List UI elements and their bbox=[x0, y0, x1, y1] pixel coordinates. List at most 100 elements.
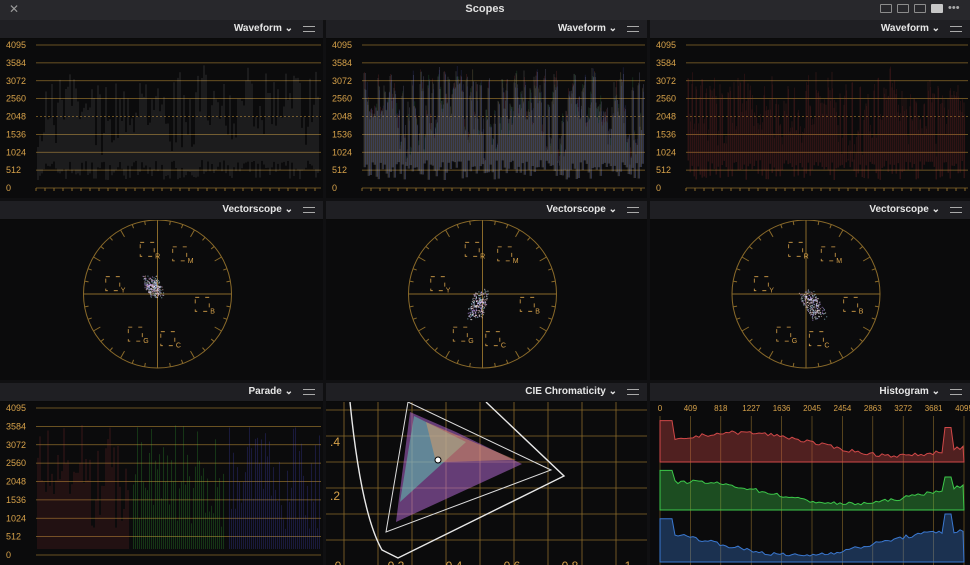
trace-dot bbox=[153, 284, 155, 286]
trace-dot bbox=[484, 288, 486, 291]
waveform-scale-label: 3072 bbox=[332, 76, 352, 86]
trace-dot bbox=[143, 278, 145, 280]
trace-dot bbox=[807, 290, 809, 292]
target-label: R bbox=[480, 253, 485, 260]
trace-dot bbox=[479, 293, 482, 295]
waveform-scale-label: 2048 bbox=[332, 112, 352, 122]
cie-x-label: 0.4 bbox=[446, 559, 463, 565]
trace-dot bbox=[808, 291, 810, 293]
trace-dot bbox=[477, 309, 479, 312]
trace-dot bbox=[811, 316, 813, 318]
trace-dot bbox=[476, 306, 479, 308]
scope-type-dropdown[interactable]: Waveform ⌄ bbox=[234, 23, 293, 34]
scope-display: 4095 3584 3072 2560 2048 1536 1024 512 0 bbox=[650, 39, 970, 198]
scope-settings-icon[interactable] bbox=[623, 22, 643, 36]
more-options-icon[interactable]: ••• bbox=[948, 3, 962, 14]
trace-dot bbox=[156, 296, 159, 299]
vectorscope-tick bbox=[527, 347, 531, 352]
trace-dot bbox=[143, 283, 146, 285]
trace-dot bbox=[148, 278, 150, 281]
trace-dot bbox=[812, 319, 814, 321]
scope-settings-icon[interactable] bbox=[299, 385, 319, 399]
scope-settings-icon[interactable] bbox=[623, 385, 643, 399]
scope-type-dropdown[interactable]: CIE Chromaticity ⌄ bbox=[525, 386, 617, 397]
scope-type-dropdown[interactable]: Parade ⌄ bbox=[248, 386, 293, 397]
scope-settings-icon[interactable] bbox=[623, 203, 643, 217]
target-box bbox=[452, 326, 468, 342]
trace-dot bbox=[484, 292, 486, 294]
dual-view-icon[interactable] bbox=[897, 4, 909, 13]
trace-dot bbox=[802, 294, 804, 296]
vectorscope-tick bbox=[768, 229, 774, 238]
scope-display: 4095 3584 3072 2560 2048 1536 1024 512 0 bbox=[0, 402, 323, 565]
trace-dot bbox=[158, 282, 160, 284]
scope-type-dropdown[interactable]: Vectorscope ⌄ bbox=[869, 204, 940, 215]
vectorscope-tick bbox=[214, 326, 222, 332]
vectorscope-tick bbox=[190, 229, 195, 238]
trace-dot bbox=[157, 295, 159, 297]
trace-dot bbox=[150, 288, 152, 290]
trace-dot bbox=[148, 277, 150, 279]
trace-dot bbox=[473, 309, 475, 311]
window-title: Scopes bbox=[465, 3, 505, 15]
trace-dot bbox=[468, 315, 470, 317]
quad-view-icon[interactable] bbox=[914, 4, 926, 13]
target-label: M bbox=[513, 258, 519, 265]
trace-dot bbox=[482, 310, 485, 312]
trace-dot bbox=[806, 296, 808, 298]
trace-dot bbox=[486, 298, 488, 300]
scope-settings-icon[interactable] bbox=[299, 22, 319, 36]
histogram-tick-label: 1227 bbox=[742, 404, 760, 413]
trace-dot bbox=[818, 308, 820, 311]
target-label: C bbox=[824, 343, 829, 350]
trace-dot bbox=[805, 297, 808, 299]
vectorscope-tick bbox=[494, 362, 496, 367]
scope-display: R M B C G Y bbox=[0, 220, 323, 380]
vectorscope-tick bbox=[87, 317, 92, 320]
trace-dot bbox=[813, 290, 815, 293]
vectorscope-tick bbox=[456, 359, 460, 364]
scope-settings-icon[interactable] bbox=[946, 385, 966, 399]
trace-dot bbox=[807, 304, 810, 307]
trace-dot bbox=[807, 300, 809, 302]
trace-dot bbox=[807, 306, 809, 309]
scope-canvas: 4095 3584 3072 2560 2048 1536 1024 512 0 bbox=[6, 403, 321, 560]
vectorscope-tick bbox=[202, 236, 206, 241]
scope-display: 4095 3584 3072 2560 2048 1536 1024 512 0 bbox=[0, 39, 323, 198]
trace-dot bbox=[148, 286, 151, 289]
vectorscope-tick bbox=[748, 338, 753, 342]
trace-dot bbox=[812, 312, 815, 314]
target-label: Y bbox=[446, 288, 451, 295]
trace-dot bbox=[818, 302, 820, 304]
trace-dot bbox=[475, 295, 477, 297]
scope-type-dropdown[interactable]: Waveform ⌄ bbox=[558, 23, 617, 34]
scope-type-dropdown[interactable]: Histogram ⌄ bbox=[879, 386, 940, 397]
trace-dot bbox=[472, 307, 474, 309]
trace-dot bbox=[145, 288, 147, 291]
trace-dot bbox=[484, 303, 486, 305]
scope-type-dropdown[interactable]: Vectorscope ⌄ bbox=[546, 204, 617, 215]
parade-scale-label: 3072 bbox=[6, 440, 26, 450]
waveform-scale-label: 0 bbox=[332, 183, 337, 193]
single-view-icon[interactable] bbox=[880, 4, 892, 13]
trace-dot bbox=[155, 292, 157, 294]
vectorscope-tick bbox=[226, 305, 231, 308]
trace-dot bbox=[153, 292, 155, 294]
scope-type-dropdown[interactable]: Vectorscope ⌄ bbox=[222, 204, 293, 215]
scope-settings-icon[interactable] bbox=[299, 203, 319, 217]
trace-dot bbox=[813, 313, 815, 315]
scope-type-dropdown[interactable]: Waveform ⌄ bbox=[881, 23, 940, 34]
layout-switcher: ••• bbox=[880, 3, 962, 14]
trace-dot bbox=[478, 294, 480, 297]
trace-dot bbox=[474, 315, 476, 318]
trace-dot bbox=[155, 284, 157, 287]
target-box bbox=[808, 331, 824, 347]
grid-view-icon[interactable] bbox=[931, 4, 943, 13]
trace-dot bbox=[158, 293, 160, 295]
scope-settings-icon[interactable] bbox=[946, 203, 966, 217]
scope-settings-icon[interactable] bbox=[946, 22, 966, 36]
waveform-scale-label: 0 bbox=[656, 183, 661, 193]
vectorscope-tick bbox=[539, 326, 547, 332]
vectorscope-tick bbox=[748, 246, 753, 250]
trace-dot bbox=[475, 292, 477, 294]
